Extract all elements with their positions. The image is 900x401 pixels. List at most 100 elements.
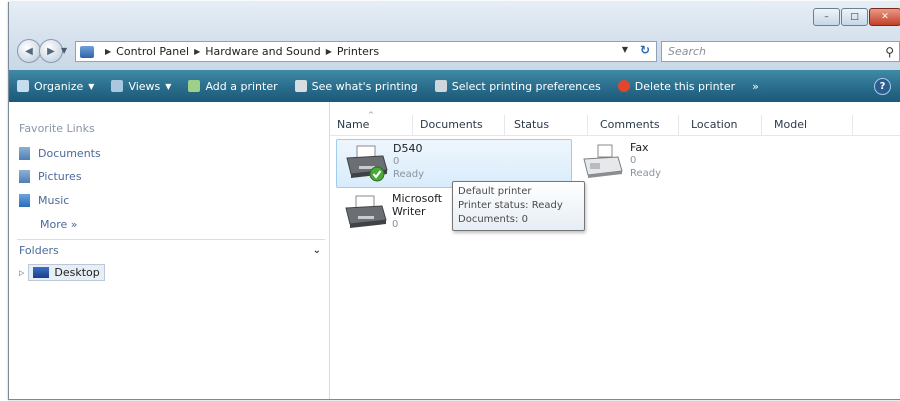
close-button[interactable]: ✕: [869, 8, 900, 26]
tooltip-printer-status: Printer status: Ready: [458, 200, 563, 211]
printer-icon: [342, 194, 388, 234]
printer-item-fax[interactable]: Fax 0 Ready: [578, 139, 728, 186]
desktop-icon: [33, 267, 50, 278]
printer-tooltip: Default printer Printer status: Ready Do…: [452, 181, 585, 231]
file-list: Name ^ Documents Status Comments Locatio…: [330, 102, 900, 399]
tree-item-desktop-label: Desktop: [54, 266, 100, 279]
sort-arrow-icon: ^: [368, 111, 374, 119]
favorite-pictures[interactable]: Pictures: [19, 170, 82, 183]
views-label: Views: [128, 79, 161, 93]
minimize-button[interactable]: –: [813, 8, 840, 26]
breadcrumb-separator-icon[interactable]: ▶: [194, 47, 200, 56]
favorite-documents[interactable]: Documents: [19, 147, 101, 160]
more-favorites-link[interactable]: More »: [40, 218, 78, 231]
favorite-links-heading: Favorite Links: [19, 122, 95, 135]
favorite-documents-label: Documents: [38, 147, 101, 160]
recent-pages-dropdown-icon[interactable]: ▼: [61, 46, 67, 55]
maximize-button[interactable]: □: [841, 8, 868, 26]
chevron-down-icon: ▼: [88, 81, 95, 91]
printer-documents: 0: [393, 156, 400, 167]
breadcrumb-control-panel[interactable]: Control Panel: [116, 45, 189, 58]
column-divider[interactable]: [678, 115, 679, 135]
search-input[interactable]: Search: [662, 45, 885, 58]
see-whats-printing-button[interactable]: See what's printing: [294, 79, 418, 93]
delete-printer-button[interactable]: Delete this printer: [617, 79, 736, 93]
command-bar: Organize ▼ Views ▼ Add a printer See wha…: [9, 70, 900, 102]
folders-header[interactable]: Folders ⌄: [17, 239, 325, 260]
expand-arrow-icon[interactable]: ▷: [19, 269, 24, 277]
printer-xps-details: Microsoft Writer 0: [392, 192, 442, 231]
tree-item-desktop-box[interactable]: Desktop: [28, 264, 105, 281]
breadcrumb-hardware-and-sound[interactable]: Hardware and Sound: [205, 45, 320, 58]
column-divider[interactable]: [412, 115, 413, 135]
column-divider[interactable]: [852, 115, 853, 135]
printer-name-line1: Microsoft: [392, 192, 443, 205]
breadcrumb-separator-icon[interactable]: ▶: [105, 47, 111, 56]
navigation-row: ◀ ▶ ▼ ▶ Control Panel ▶ Hardware and Sou…: [9, 39, 900, 65]
column-divider[interactable]: [504, 115, 505, 135]
tooltip-default-printer: Default printer: [458, 186, 532, 197]
views-icon: [111, 80, 124, 92]
address-bar[interactable]: ▶ Control Panel ▶ Hardware and Sound ▶ P…: [75, 41, 657, 62]
delete-icon: [617, 80, 630, 92]
see-whats-printing-label: See what's printing: [311, 79, 418, 93]
printer-fax-details: Fax 0 Ready: [630, 141, 661, 180]
printer-documents: 0: [630, 155, 637, 166]
tooltip-documents: Documents: 0: [458, 214, 528, 225]
back-button[interactable]: ◀: [17, 39, 41, 63]
column-divider[interactable]: [587, 115, 588, 135]
search-icon[interactable]: ⚲: [885, 45, 894, 59]
printer-name: D540: [393, 142, 423, 155]
help-icon[interactable]: ?: [874, 78, 891, 95]
printer-documents: 0: [392, 219, 399, 230]
printer-status: Ready: [393, 169, 425, 180]
printer-status: Ready: [630, 168, 662, 179]
window-controls: – □ ✕: [813, 8, 900, 26]
breadcrumb-printers[interactable]: Printers: [337, 45, 379, 58]
forward-button[interactable]: ▶: [39, 39, 63, 63]
chevron-down-icon[interactable]: ⌄: [313, 245, 321, 256]
printer-icon: [343, 144, 389, 184]
tree-item-desktop[interactable]: ▷ Desktop: [19, 264, 105, 281]
title-bar: – □ ✕ ◀ ▶ ▼ ▶ Control Panel ▶ Hardware a…: [9, 2, 900, 70]
organize-button[interactable]: Organize ▼: [17, 80, 94, 93]
column-header-status[interactable]: Status: [514, 118, 549, 131]
navigation-pane: Favorite Links Documents Pictures Music …: [9, 102, 330, 399]
select-printing-preferences-label: Select printing preferences: [451, 79, 601, 93]
search-box[interactable]: Search ⚲: [661, 41, 900, 62]
column-header-location[interactable]: Location: [691, 118, 738, 131]
more-commands-button[interactable]: »: [752, 80, 759, 93]
select-printing-preferences-button[interactable]: Select printing preferences: [434, 79, 601, 93]
printer-name-line2: Writer: [392, 205, 426, 218]
add-printer-button[interactable]: Add a printer: [188, 79, 278, 93]
documents-icon: [19, 147, 30, 160]
fax-icon: [580, 143, 626, 183]
explorer-window: – □ ✕ ◀ ▶ ▼ ▶ Control Panel ▶ Hardware a…: [8, 2, 900, 400]
organize-label: Organize: [34, 79, 84, 93]
preferences-icon: [434, 80, 447, 92]
column-header-documents[interactable]: Documents: [420, 118, 483, 131]
organize-icon: [17, 80, 29, 92]
column-header-model[interactable]: Model: [774, 118, 807, 131]
column-header-name[interactable]: Name: [337, 118, 369, 131]
add-printer-label: Add a printer: [205, 79, 278, 93]
column-header-comments[interactable]: Comments: [600, 118, 660, 131]
music-icon: [19, 194, 30, 207]
column-headers: Name ^ Documents Status Comments Locatio…: [330, 111, 900, 136]
chevron-down-icon: ▼: [165, 81, 172, 91]
add-printer-icon: [188, 80, 201, 92]
views-button[interactable]: Views ▼: [111, 80, 171, 93]
control-panel-icon: [80, 45, 94, 58]
printer-name: Fax: [630, 141, 649, 154]
favorite-music-label: Music: [38, 194, 70, 207]
more-icon: »: [752, 79, 759, 93]
address-dropdown-icon[interactable]: ▼: [622, 45, 628, 54]
delete-printer-label: Delete this printer: [634, 79, 736, 93]
printer-d540-details: D540 0 Ready: [393, 142, 424, 181]
breadcrumb-separator-icon[interactable]: ▶: [326, 47, 332, 56]
favorite-music[interactable]: Music: [19, 194, 69, 207]
column-divider[interactable]: [761, 115, 762, 135]
refresh-icon[interactable]: ↻: [640, 43, 650, 57]
pictures-icon: [19, 170, 30, 183]
folders-label: Folders: [19, 243, 59, 257]
